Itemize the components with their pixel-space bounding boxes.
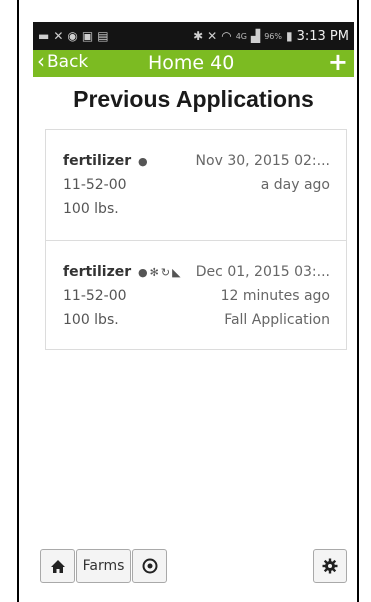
status-bar: ▬ ✕ ◉ ▣ ▤ ✱ ✕ ◠ 4G ▟ 96% ▮ 3:13 PM — [33, 22, 354, 50]
frame-left-border — [17, 0, 19, 602]
application-date: Dec 01, 2015 03:... — [195, 264, 330, 280]
signal-icon: ▟ — [250, 29, 261, 43]
leaf-icon: ◣ — [172, 266, 181, 279]
message-icon: ▬ — [38, 29, 50, 43]
applications-list: fertilizer ● Nov 30, 2015 02:... 11-52-0… — [45, 129, 347, 350]
missed-call-icon: ✕ — [53, 29, 64, 43]
application-product: 11-52-00 — [63, 288, 127, 304]
settings-button[interactable] — [313, 549, 347, 583]
phone-screen: ▬ ✕ ◉ ▣ ▤ ✱ ✕ ◠ 4G ▟ 96% ▮ 3:13 PM ‹ Bac… — [33, 22, 354, 602]
back-label: Back — [47, 52, 89, 72]
gallery-icon: ▣ — [81, 29, 94, 43]
chevron-left-icon: ‹ — [37, 49, 45, 73]
status-right: ✱ ✕ ◠ 4G ▟ 96% ▮ 3:13 PM — [193, 29, 349, 44]
application-relative-time: 12 minutes ago — [220, 288, 330, 304]
application-product: 11-52-00 — [63, 177, 127, 193]
back-button[interactable]: ‹ Back — [37, 49, 89, 73]
bottom-toolbar: Farms — [33, 549, 354, 585]
wifi-icon: ◠ — [221, 29, 232, 43]
farms-button[interactable]: Farms — [76, 549, 131, 583]
mute-icon: ✕ — [207, 29, 218, 43]
signal-badge: 4G — [235, 31, 247, 41]
sync-icon: ◉ — [67, 29, 78, 43]
status-left-icons: ▬ ✕ ◉ ▣ ▤ — [38, 30, 109, 42]
home-icon — [50, 559, 65, 573]
bluetooth-icon: ✱ — [193, 29, 204, 43]
application-note: Fall Application — [224, 312, 330, 328]
application-amount: 100 lbs. — [63, 312, 119, 328]
application-relative-time: a day ago — [260, 177, 330, 193]
drop-icon: ● — [138, 266, 148, 279]
screenshot-icon: ▤ — [97, 29, 109, 43]
home-button[interactable] — [40, 549, 75, 583]
drop-icon: ● — [138, 155, 148, 168]
application-name-line: fertilizer ● — [63, 153, 148, 169]
location-target-icon — [142, 558, 157, 574]
page-title: Previous Applications — [73, 86, 314, 112]
application-date: Nov 30, 2015 02:... — [195, 153, 330, 169]
status-time: 3:13 PM — [296, 28, 349, 44]
frame-right-border — [357, 0, 359, 602]
application-row[interactable]: fertilizer ● ✻ ↻ ◣ Dec 01, 2015 03:... 11-5… — [46, 241, 346, 349]
gear-icon — [322, 558, 338, 574]
application-row[interactable]: fertilizer ● Nov 30, 2015 02:... 11-52-0… — [46, 130, 346, 241]
nav-title: Home 40 — [148, 52, 235, 74]
application-name-line: fertilizer ● ✻ ↻ ◣ — [63, 264, 181, 280]
application-name: fertilizer — [63, 153, 132, 169]
application-amount: 100 lbs. — [63, 201, 119, 217]
nav-bar: ‹ Back Home 40 + — [33, 48, 354, 77]
application-name: fertilizer — [63, 264, 132, 280]
recycle-icon: ↻ — [160, 266, 171, 279]
add-button[interactable]: + — [328, 48, 348, 76]
snowflake-icon: ✻ — [149, 266, 159, 279]
battery-percent: 96% — [264, 31, 282, 41]
location-button[interactable] — [132, 549, 167, 583]
battery-icon: ▮ — [286, 29, 293, 43]
